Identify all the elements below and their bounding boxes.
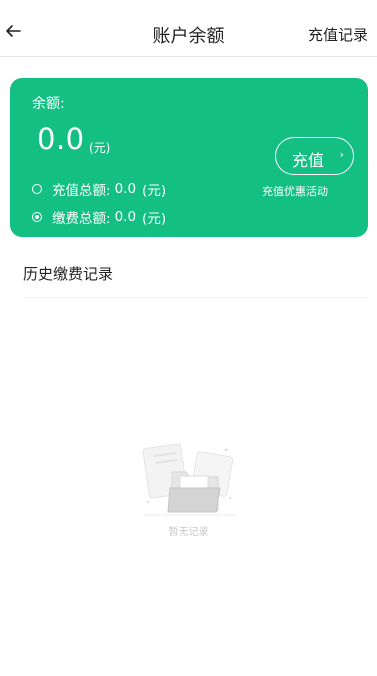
payment-total-unit: (元)	[142, 211, 167, 227]
recharge-button-label: 充值	[292, 151, 325, 170]
coin-icon	[32, 184, 42, 194]
balance-unit: (元)	[89, 141, 111, 155]
payment-total-value: 0.0	[114, 209, 137, 225]
balance-card: 余额: 0.0 (元) 充值总额: 0.0 (元) 缴费总额: 0.0 (元) …	[10, 78, 368, 237]
header: 账户余额 充值记录	[0, 0, 377, 57]
empty-folder-icon	[142, 443, 236, 516]
recharge-records-link[interactable]: 充值记录	[308, 24, 368, 45]
recharge-total-unit: (元)	[142, 183, 167, 199]
recharge-total-label: 充值总额:	[52, 183, 111, 199]
history-section-title: 历史缴费记录	[23, 265, 114, 283]
recharge-promo-link[interactable]: 充值优惠活动	[262, 183, 328, 199]
empty-state-text: 暂无记录	[168, 527, 209, 538]
payment-total-row: 缴费总额: 0.0 (元)	[32, 207, 166, 227]
divider	[23, 297, 368, 298]
chevron-right-icon: ›	[339, 148, 344, 161]
recharge-total-row: 充值总额: 0.0 (元)	[32, 179, 166, 199]
payment-total-label: 缴费总额:	[52, 211, 111, 227]
recharge-total-value: 0.0	[114, 181, 137, 197]
target-icon	[32, 212, 42, 222]
recharge-button[interactable]: 充值 ›	[275, 137, 354, 175]
account-balance-screen: 账户余额 充值记录 余额: 0.0 (元) 充值总额: 0.0 (元) 缴费总额…	[0, 0, 377, 676]
balance-label: 余额:	[32, 96, 65, 112]
balance-value: 0.0	[37, 122, 85, 156]
